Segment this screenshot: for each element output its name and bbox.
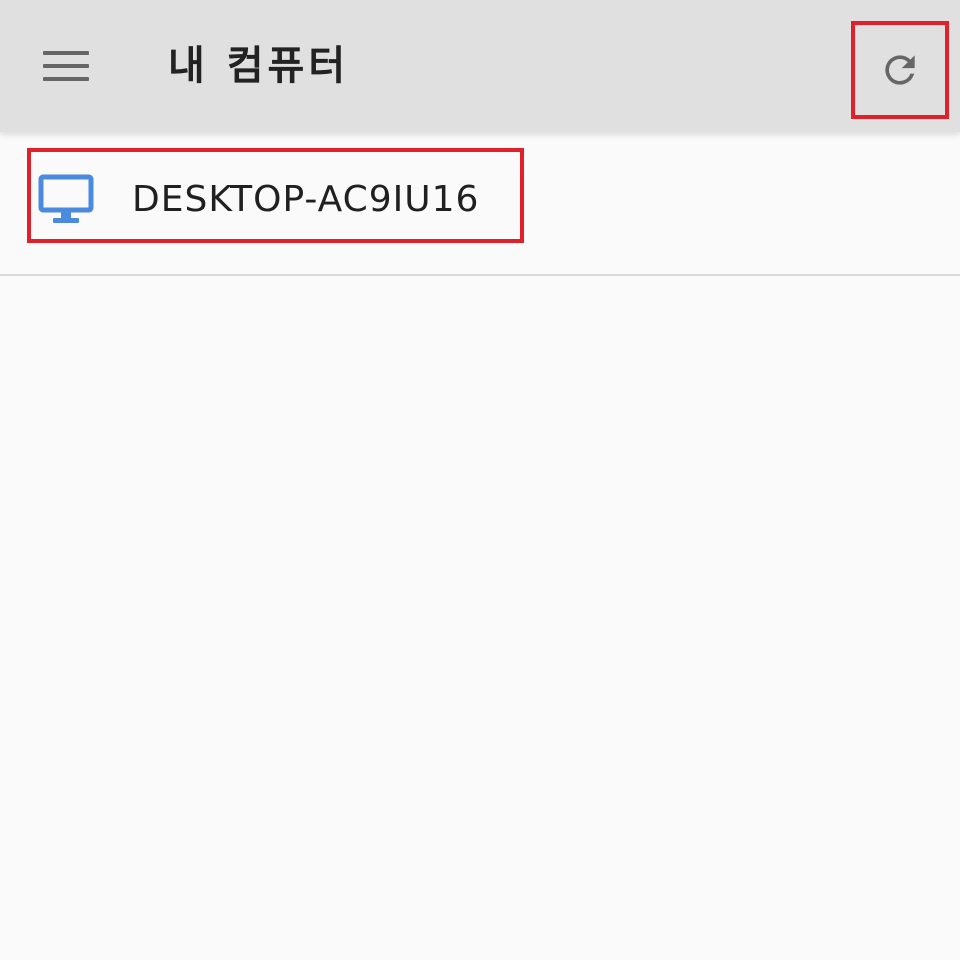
app-window: 내 컴퓨터 DESKTOP-AC9IU16 [0,0,960,960]
page-title: 내 컴퓨터 [168,43,350,89]
computer-list: DESKTOP-AC9IU16 [0,132,960,276]
hamburger-menu-icon [43,51,89,81]
computer-list-item[interactable]: DESKTOP-AC9IU16 [0,132,960,276]
menu-button[interactable] [24,24,108,108]
top-app-bar: 내 컴퓨터 [0,0,960,132]
refresh-button[interactable] [851,21,949,119]
refresh-icon [885,55,915,85]
computer-item-highlight[interactable] [27,148,524,243]
